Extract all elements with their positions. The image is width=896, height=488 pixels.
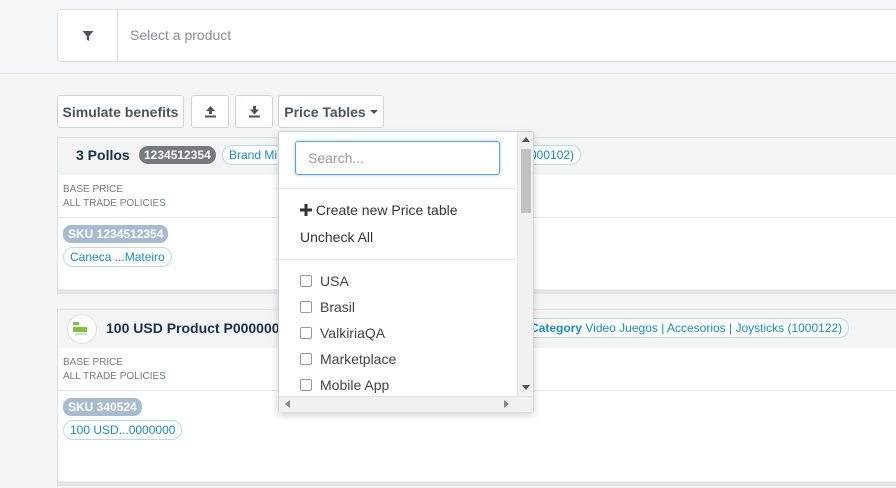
product-search-bar: Select a product	[0, 0, 896, 74]
price-tables-button[interactable]: Price Tables	[278, 95, 384, 128]
sku-badge: SKU 1234512354	[63, 225, 169, 243]
product-image-icon	[73, 322, 87, 335]
base-price-label: BASE PRICE	[63, 357, 124, 368]
simulate-benefits-button[interactable]: Simulate benefits	[57, 95, 184, 128]
price-table-search-input[interactable]	[295, 141, 500, 175]
scroll-up-icon[interactable]	[522, 137, 530, 142]
card-footer-bar	[58, 481, 896, 485]
category-value: Video Juegos | Accesorios | Joysticks (1…	[585, 321, 843, 335]
dropdown-divider	[279, 259, 517, 260]
upload-icon	[204, 106, 216, 118]
sku-name-pill[interactable]: 100 USD...0000000	[63, 420, 183, 440]
category-pill[interactable]: Category Video Juegos | Accesorios | Joy…	[524, 318, 850, 338]
sku-name-pill[interactable]: Caneca ...Mateiro	[63, 247, 172, 267]
checkbox[interactable]	[300, 379, 312, 391]
checkbox[interactable]	[300, 275, 312, 287]
scroll-right-icon[interactable]	[504, 400, 509, 408]
download-icon	[248, 106, 260, 118]
product-thumbnail	[67, 314, 97, 344]
upload-button[interactable]	[191, 95, 229, 128]
dropdown-divider	[279, 188, 517, 189]
scroll-left-icon[interactable]	[285, 400, 290, 408]
checkbox[interactable]	[300, 301, 312, 313]
option-label: Marketplace	[320, 351, 397, 367]
brand-pill[interactable]: Brand Mi	[222, 145, 285, 165]
checkbox[interactable]	[300, 327, 312, 339]
sku-badge: SKU 340524	[63, 398, 142, 416]
download-button[interactable]	[235, 95, 273, 128]
uncheck-all-button[interactable]: Uncheck All	[300, 229, 373, 245]
trade-policies-label: ALL TRADE POLICIES	[63, 371, 166, 382]
product-id-badge: 1234512354	[139, 146, 216, 164]
option-label: ValkiriaQA	[320, 325, 386, 341]
price-tables-dropdown: Create new Price table Uncheck All USA B…	[278, 131, 534, 412]
product-search-field: Select a product	[57, 9, 896, 62]
price-tables-label: Price Tables	[284, 103, 366, 120]
filter-button[interactable]	[58, 10, 118, 61]
product-title: 100 USD Product P000000	[106, 320, 280, 336]
filter-icon	[82, 30, 93, 41]
scroll-down-icon[interactable]	[522, 385, 530, 390]
create-price-table-label: Create new Price table	[315, 202, 458, 218]
trade-policies-label: ALL TRADE POLICIES	[63, 198, 166, 209]
base-price-label: BASE PRICE	[63, 184, 124, 195]
create-price-table-button[interactable]: Create new Price table	[300, 202, 458, 218]
plus-icon	[300, 204, 312, 216]
horizontal-scrollbar[interactable]	[279, 396, 533, 412]
product-search-input[interactable]: Select a product	[130, 27, 231, 43]
option-label: USA	[320, 273, 349, 289]
vertical-scrollbar[interactable]	[517, 132, 533, 396]
scrollbar-thumb[interactable]	[521, 149, 531, 213]
category-label: Category	[530, 321, 583, 335]
caret-down-icon	[369, 109, 378, 114]
option-label: Mobile App	[320, 377, 390, 393]
option-label: Brasil	[320, 299, 356, 315]
product-title: 3 Pollos	[76, 147, 130, 163]
checkbox[interactable]	[300, 353, 312, 365]
